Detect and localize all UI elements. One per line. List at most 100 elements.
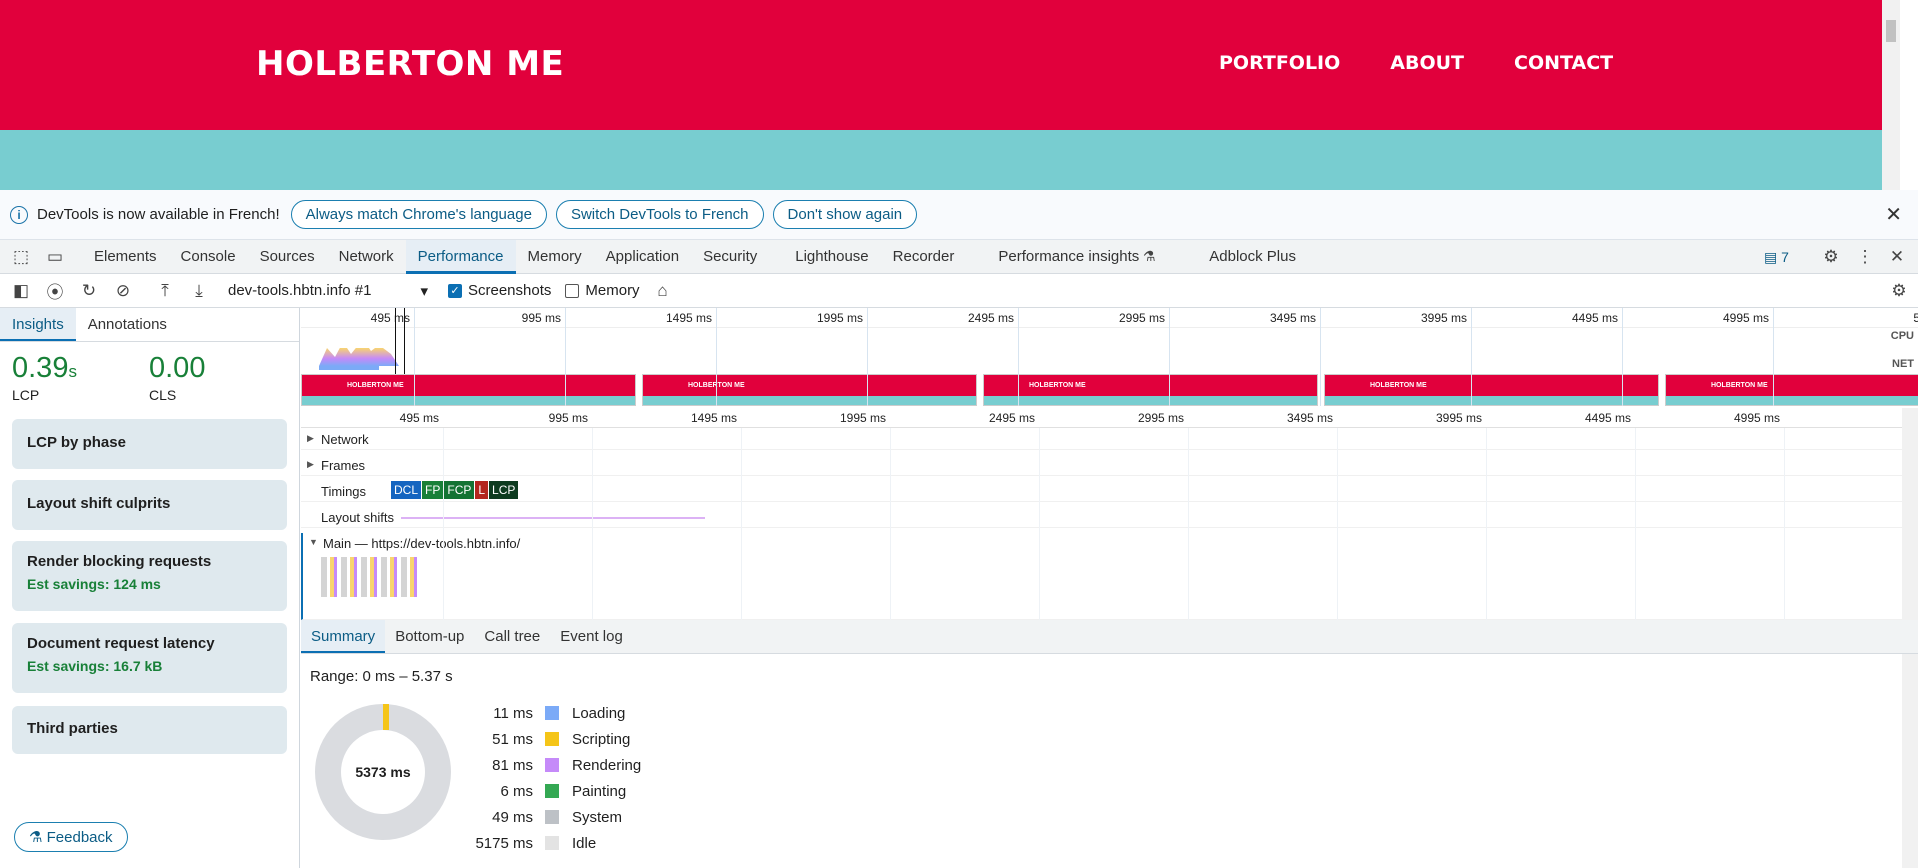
tab-performance-insights[interactable]: Performance insights <box>986 240 1151 274</box>
tab-insights[interactable]: Insights <box>0 308 76 341</box>
timing-marker-fp[interactable]: FP <box>422 481 444 499</box>
track-layout-shifts[interactable]: Layout shifts <box>301 507 1918 528</box>
capture-settings-icon[interactable]: ⚙ <box>1884 276 1914 306</box>
screenshot-thumbnail[interactable]: HOLBERTON ME <box>1324 374 1659 406</box>
tab-recorder[interactable]: Recorder <box>881 240 967 274</box>
caret-down-icon[interactable]: ▼ <box>309 537 318 547</box>
layout-shift-bar[interactable] <box>401 517 705 519</box>
tab-bottom-up[interactable]: Bottom-up <box>385 620 474 653</box>
nav-about[interactable]: ABOUT <box>1390 52 1464 74</box>
screenshot-thumbnail[interactable]: HOLBERTON ME <box>642 374 977 406</box>
overview-tick-label: 995 ms <box>521 311 561 325</box>
nav-portfolio[interactable]: PORTFOLIO <box>1219 52 1340 74</box>
tab-console[interactable]: Console <box>169 240 248 274</box>
clear-icon[interactable]: ⊘ <box>108 276 138 306</box>
timing-marker-dcl[interactable]: DCL <box>391 481 422 499</box>
checkbox-unchecked-icon <box>565 283 580 298</box>
reload-record-icon[interactable]: ↻ <box>74 276 104 306</box>
track-main[interactable]: ▼ Main — https://dev-tools.hbtn.info/ <box>301 533 1918 620</box>
more-options-icon[interactable]: ⋮ <box>1848 240 1882 274</box>
tab-sources[interactable]: Sources <box>248 240 327 274</box>
screenshot-thumbnail[interactable]: HOLBERTON ME <box>301 374 636 406</box>
lcp-value: 0.39 <box>12 352 69 384</box>
screenshots-checkbox[interactable]: ✓ Screenshots <box>448 282 551 299</box>
issues-badge[interactable]: ▤ 7 <box>1764 249 1789 266</box>
tab-call-tree[interactable]: Call tree <box>474 620 550 653</box>
switch-french-button[interactable]: Switch DevTools to French <box>555 200 764 229</box>
info-icon: i <box>10 205 28 224</box>
track-network[interactable]: ▶ Network <box>301 429 1918 450</box>
download-icon[interactable]: ⤓ <box>184 276 214 306</box>
close-devtools-icon[interactable]: ✕ <box>1880 240 1914 274</box>
timing-marker-l[interactable]: L <box>475 481 489 499</box>
overview-gridline <box>716 308 717 406</box>
caret-right-icon[interactable]: ▶ <box>307 459 314 470</box>
tab-adblock-plus[interactable]: Adblock Plus <box>1197 240 1308 274</box>
close-icon[interactable]: ✕ <box>1885 202 1902 227</box>
insight-document-latency[interactable]: Document request latency Est savings: 16… <box>12 623 287 693</box>
site-title[interactable]: HOLBERTON ME <box>256 44 564 84</box>
dont-show-again-button[interactable]: Don't show again <box>772 200 918 229</box>
device-toolbar-icon[interactable]: ▭ <box>38 240 72 274</box>
broom-icon[interactable]: ⌂ <box>648 276 678 306</box>
settings-icon[interactable]: ⚙ <box>1814 240 1848 274</box>
track-timings[interactable]: Timings DCL FP FCP L LCP <box>301 481 1918 502</box>
track-frames[interactable]: ▶ Frames <box>301 455 1918 476</box>
insight-third-parties[interactable]: Third parties <box>12 706 287 754</box>
page-scrollbar[interactable] <box>1882 0 1900 190</box>
tab-performance[interactable]: Performance <box>405 239 516 274</box>
insight-lcp-by-phase[interactable]: LCP by phase <box>12 419 287 469</box>
legend-row: 81 ms Rendering <box>461 752 641 778</box>
screenshot-thumbnail[interactable]: HOLBERTON ME <box>1665 374 1918 406</box>
timing-marker-fcp[interactable]: FCP <box>444 481 475 499</box>
main-tick-label: 4495 ms <box>1584 411 1631 425</box>
insight-render-blocking[interactable]: Render blocking requests Est savings: 12… <box>12 541 287 611</box>
main-gridline <box>1784 428 1785 620</box>
overview-gridline <box>1320 308 1321 406</box>
target-select[interactable]: dev-tools.hbtn.info #1 ▾ <box>228 282 428 300</box>
main-gridline <box>1635 428 1636 620</box>
checkbox-checked-icon: ✓ <box>448 283 462 298</box>
main-tick-label: 995 ms <box>548 411 588 425</box>
timeline-area[interactable]: 495 ms 995 ms 1495 ms 1995 ms 2495 ms 2995 ms… <box>301 308 1918 620</box>
donut-active-slice <box>383 704 389 730</box>
main-flame-chart[interactable] <box>321 557 421 597</box>
tab-lighthouse[interactable]: Lighthouse <box>783 240 880 274</box>
memory-checkbox[interactable]: Memory <box>565 282 640 299</box>
caret-right-icon[interactable]: ▶ <box>307 433 314 444</box>
match-language-button[interactable]: Always match Chrome's language <box>290 200 547 229</box>
timeline-scrollbar[interactable] <box>1902 408 1918 620</box>
feedback-button[interactable]: ⚗ Feedback <box>14 822 128 852</box>
lcp-metric: 0.39s LCP <box>12 352 77 403</box>
details-panel: Summary Bottom-up Call tree Event log Ra… <box>301 620 1918 868</box>
details-scrollbar[interactable] <box>1902 654 1918 868</box>
tab-annotations[interactable]: Annotations <box>76 308 179 341</box>
site-band <box>0 130 1900 190</box>
site-header: HOLBERTON ME PORTFOLIO ABOUT CONTACT <box>0 0 1900 130</box>
screenshot-band <box>1666 396 1918 405</box>
toggle-sidebar-icon[interactable]: ◧ <box>6 276 36 306</box>
main-gridline <box>1486 428 1487 620</box>
legend-value: 11 ms <box>493 704 533 722</box>
track-label: Frames <box>321 458 366 473</box>
cls-value: 0.00 <box>149 352 206 384</box>
record-icon[interactable]: ⦿ <box>40 276 70 306</box>
inspect-element-icon[interactable]: ⬚ <box>4 240 38 274</box>
tab-security[interactable]: Security <box>691 240 769 274</box>
target-select-value: dev-tools.hbtn.info #1 <box>228 281 372 299</box>
nav-contact[interactable]: CONTACT <box>1514 52 1613 74</box>
tab-memory[interactable]: Memory <box>516 240 594 274</box>
net-label: NET <box>1892 358 1914 370</box>
overview-gridline <box>1622 308 1623 406</box>
screenshot-thumbnail[interactable]: HOLBERTON ME <box>983 374 1318 406</box>
insight-layout-shift-culprits[interactable]: Layout shift culprits <box>12 480 287 530</box>
tab-application[interactable]: Application <box>594 240 691 274</box>
track-label: Layout shifts <box>321 510 394 525</box>
timing-marker-lcp[interactable]: LCP <box>489 481 519 499</box>
tab-event-log[interactable]: Event log <box>550 620 633 653</box>
tab-network[interactable]: Network <box>327 240 406 274</box>
upload-icon[interactable]: ⤒ <box>150 276 180 306</box>
tab-elements[interactable]: Elements <box>82 240 169 274</box>
tab-summary[interactable]: Summary <box>301 620 386 653</box>
overview-gridline <box>1169 308 1170 406</box>
